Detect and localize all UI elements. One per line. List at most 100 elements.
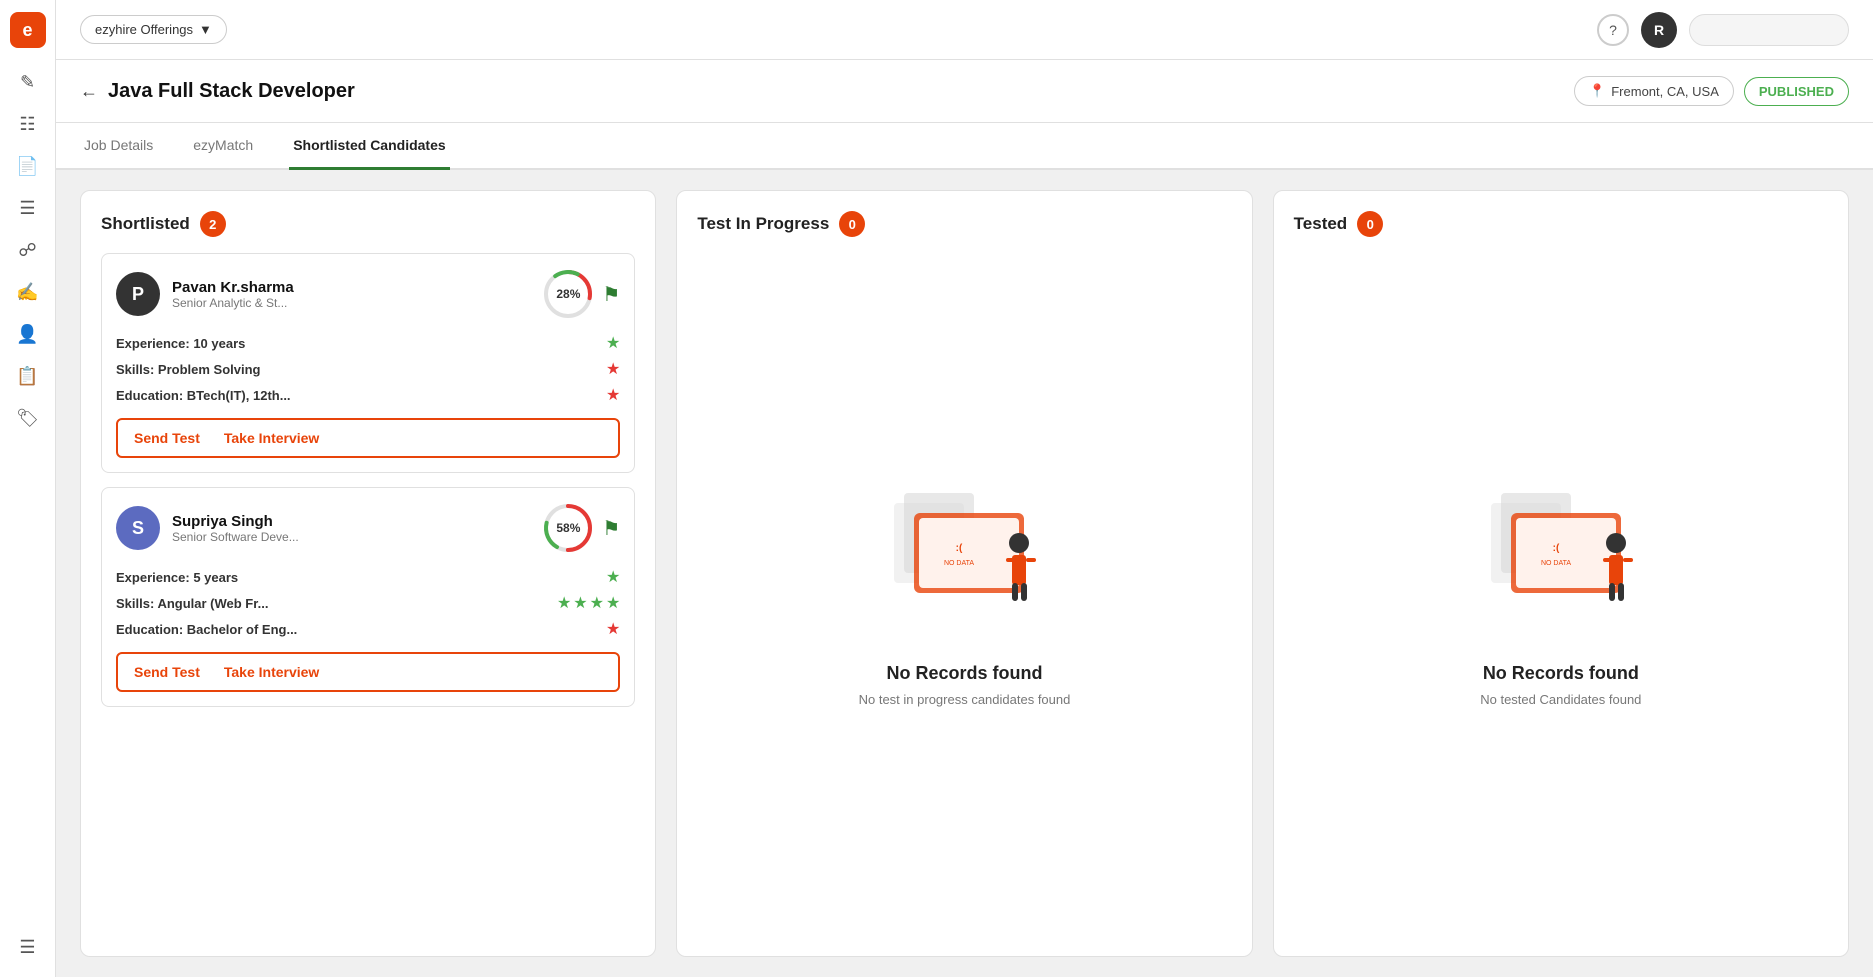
sidebar: e ✎ ☷ 📄 ☰ ☍ ✍ 👤 📋 🏷 ☰ bbox=[0, 0, 56, 977]
skills-stars-supriya: ★ ★ ★ ★ bbox=[557, 593, 620, 613]
send-test-button-pavan[interactable]: Send Test bbox=[134, 430, 200, 446]
shortlisted-column: Shortlisted 2 P Pavan Kr.sharma Senior A… bbox=[80, 190, 656, 957]
candidate-details-pavan: Experience: 10 years ★ Skills: Problem S… bbox=[116, 330, 620, 408]
test-in-progress-title: Test In Progress bbox=[697, 214, 829, 234]
content-area: Shortlisted 2 P Pavan Kr.sharma Senior A… bbox=[56, 170, 1873, 977]
action-bar-supriya: Send Test Take Interview bbox=[116, 652, 620, 692]
test-in-progress-empty-title: No Records found bbox=[886, 663, 1042, 684]
candidate-score-pavan: 28% ⚑ bbox=[542, 268, 620, 320]
experience-stars-supriya: ★ bbox=[606, 567, 620, 587]
education-row-supriya: Education: Bachelor of Eng... ★ bbox=[116, 616, 620, 642]
skills-stars-pavan: ★ bbox=[606, 359, 620, 379]
send-test-button-supriya[interactable]: Send Test bbox=[134, 664, 200, 680]
page-title: Java Full Stack Developer bbox=[108, 80, 355, 103]
tested-title: Tested bbox=[1294, 214, 1348, 234]
shortlisted-count: 2 bbox=[200, 211, 226, 237]
skills-row-pavan: Skills: Problem Solving ★ bbox=[116, 356, 620, 382]
status-badge: PUBLISHED bbox=[1744, 77, 1849, 106]
sidebar-icon-briefcase[interactable]: 📄 bbox=[10, 148, 46, 184]
sidebar-icon-menu[interactable]: ☰ bbox=[10, 929, 46, 965]
candidate-score-supriya: 58% ⚑ bbox=[542, 502, 620, 554]
sidebar-icon-person[interactable]: ✎ bbox=[10, 64, 46, 100]
candidate-role-pavan: Senior Analytic & St... bbox=[172, 296, 530, 310]
action-bar-pavan: Send Test Take Interview bbox=[116, 418, 620, 458]
education-stars-pavan: ★ bbox=[606, 385, 620, 405]
shortlisted-header: Shortlisted 2 bbox=[101, 211, 635, 237]
svg-text:NO DATA: NO DATA bbox=[1541, 560, 1571, 567]
experience-stars-pavan: ★ bbox=[606, 333, 620, 353]
avatar-supriya: S bbox=[116, 506, 160, 550]
sidebar-icon-layers[interactable]: ☰ bbox=[10, 190, 46, 226]
topbar-right: ? R bbox=[1597, 12, 1849, 48]
offerings-label: ezyhire Offerings bbox=[95, 22, 193, 37]
score-text-supriya: 58% bbox=[556, 521, 580, 535]
avatar-pavan: P bbox=[116, 272, 160, 316]
no-data-illustration-2: :( NO DATA bbox=[1461, 483, 1661, 643]
bookmark-icon-pavan: ⚑ bbox=[602, 282, 620, 307]
tab-shortlisted-candidates[interactable]: Shortlisted Candidates bbox=[289, 123, 449, 170]
candidate-card-supriya: S Supriya Singh Senior Software Deve... bbox=[101, 487, 635, 707]
offerings-dropdown[interactable]: ezyhire Offerings ▼ bbox=[80, 15, 227, 44]
no-data-illustration-1: :( NO DATA bbox=[864, 483, 1064, 643]
education-stars-supriya: ★ bbox=[606, 619, 620, 639]
sidebar-icon-users[interactable]: 👤 bbox=[10, 316, 46, 352]
candidate-name-pavan: Pavan Kr.sharma bbox=[172, 279, 530, 296]
education-row-pavan: Education: BTech(IT), 12th... ★ bbox=[116, 382, 620, 408]
bookmark-icon-supriya: ⚑ bbox=[602, 516, 620, 541]
help-icon: ? bbox=[1609, 22, 1617, 38]
back-button[interactable]: ← bbox=[80, 81, 98, 102]
tested-header: Tested 0 bbox=[1294, 211, 1828, 237]
score-circle-supriya: 58% bbox=[542, 502, 594, 554]
svg-text:NO DATA: NO DATA bbox=[944, 560, 974, 567]
sidebar-icon-document[interactable]: 📋 bbox=[10, 358, 46, 394]
page-header: ← Java Full Stack Developer 📍 Fremont, C… bbox=[56, 60, 1873, 123]
candidate-name-supriya: Supriya Singh bbox=[172, 513, 530, 530]
tab-ezymatch[interactable]: ezyMatch bbox=[189, 123, 257, 170]
tabs-bar: Job Details ezyMatch Shortlisted Candida… bbox=[56, 123, 1873, 170]
test-in-progress-empty: :( NO DATA No Records found No test i bbox=[697, 253, 1231, 936]
svg-text::(: :( bbox=[1552, 543, 1559, 554]
app-logo[interactable]: e bbox=[10, 12, 46, 48]
test-in-progress-column: Test In Progress 0 :( bbox=[676, 190, 1252, 957]
take-interview-button-supriya[interactable]: Take Interview bbox=[224, 664, 319, 680]
page-title-group: ← Java Full Stack Developer bbox=[80, 80, 355, 103]
candidate-info-supriya: Supriya Singh Senior Software Deve... bbox=[172, 513, 530, 544]
search-bar bbox=[1689, 14, 1849, 46]
shortlisted-title: Shortlisted bbox=[101, 214, 190, 234]
tab-job-details[interactable]: Job Details bbox=[80, 123, 157, 170]
score-text-pavan: 28% bbox=[556, 287, 580, 301]
take-interview-button-pavan[interactable]: Take Interview bbox=[224, 430, 319, 446]
score-circle-pavan: 28% bbox=[542, 268, 594, 320]
tested-empty-desc: No tested Candidates found bbox=[1480, 692, 1641, 707]
location-pin-icon: 📍 bbox=[1589, 83, 1605, 99]
experience-row-pavan: Experience: 10 years ★ bbox=[116, 330, 620, 356]
candidate-card-pavan: P Pavan Kr.sharma Senior Analytic & St..… bbox=[101, 253, 635, 473]
experience-row-supriya: Experience: 5 years ★ bbox=[116, 564, 620, 590]
chevron-down-icon: ▼ bbox=[199, 22, 212, 37]
candidate-info-pavan: Pavan Kr.sharma Senior Analytic & St... bbox=[172, 279, 530, 310]
main-content: ezyhire Offerings ▼ ? R ← Java Full Stac… bbox=[56, 0, 1873, 977]
tested-count: 0 bbox=[1357, 211, 1383, 237]
skills-row-supriya: Skills: Angular (Web Fr... ★ ★ ★ ★ bbox=[116, 590, 620, 616]
test-in-progress-header: Test In Progress 0 bbox=[697, 211, 1231, 237]
candidate-role-supriya: Senior Software Deve... bbox=[172, 530, 530, 544]
test-in-progress-empty-desc: No test in progress candidates found bbox=[859, 692, 1071, 707]
app-container: e ✎ ☷ 📄 ☰ ☍ ✍ 👤 📋 🏷 ☰ ezyhire Offerings … bbox=[0, 0, 1873, 977]
sidebar-icon-chat[interactable]: ✍ bbox=[10, 274, 46, 310]
user-avatar[interactable]: R bbox=[1641, 12, 1677, 48]
sidebar-icon-tag[interactable]: 🏷 bbox=[10, 400, 46, 436]
topbar: ezyhire Offerings ▼ ? R bbox=[56, 0, 1873, 60]
sidebar-icon-grid[interactable]: ☷ bbox=[10, 106, 46, 142]
test-in-progress-count: 0 bbox=[839, 211, 865, 237]
tested-empty: :( NO DATA No Records found No tested bbox=[1294, 253, 1828, 936]
sidebar-icon-list[interactable]: ☍ bbox=[10, 232, 46, 268]
topbar-left: ezyhire Offerings ▼ bbox=[80, 15, 227, 44]
tested-empty-title: No Records found bbox=[1483, 663, 1639, 684]
page-meta: 📍 Fremont, CA, USA PUBLISHED bbox=[1574, 76, 1849, 106]
candidate-details-supriya: Experience: 5 years ★ Skills: Angular (W… bbox=[116, 564, 620, 642]
location-badge: 📍 Fremont, CA, USA bbox=[1574, 76, 1734, 106]
candidate-top-pavan: P Pavan Kr.sharma Senior Analytic & St..… bbox=[116, 268, 620, 320]
candidate-top-supriya: S Supriya Singh Senior Software Deve... bbox=[116, 502, 620, 554]
svg-text::(: :( bbox=[956, 543, 963, 554]
help-button[interactable]: ? bbox=[1597, 14, 1629, 46]
